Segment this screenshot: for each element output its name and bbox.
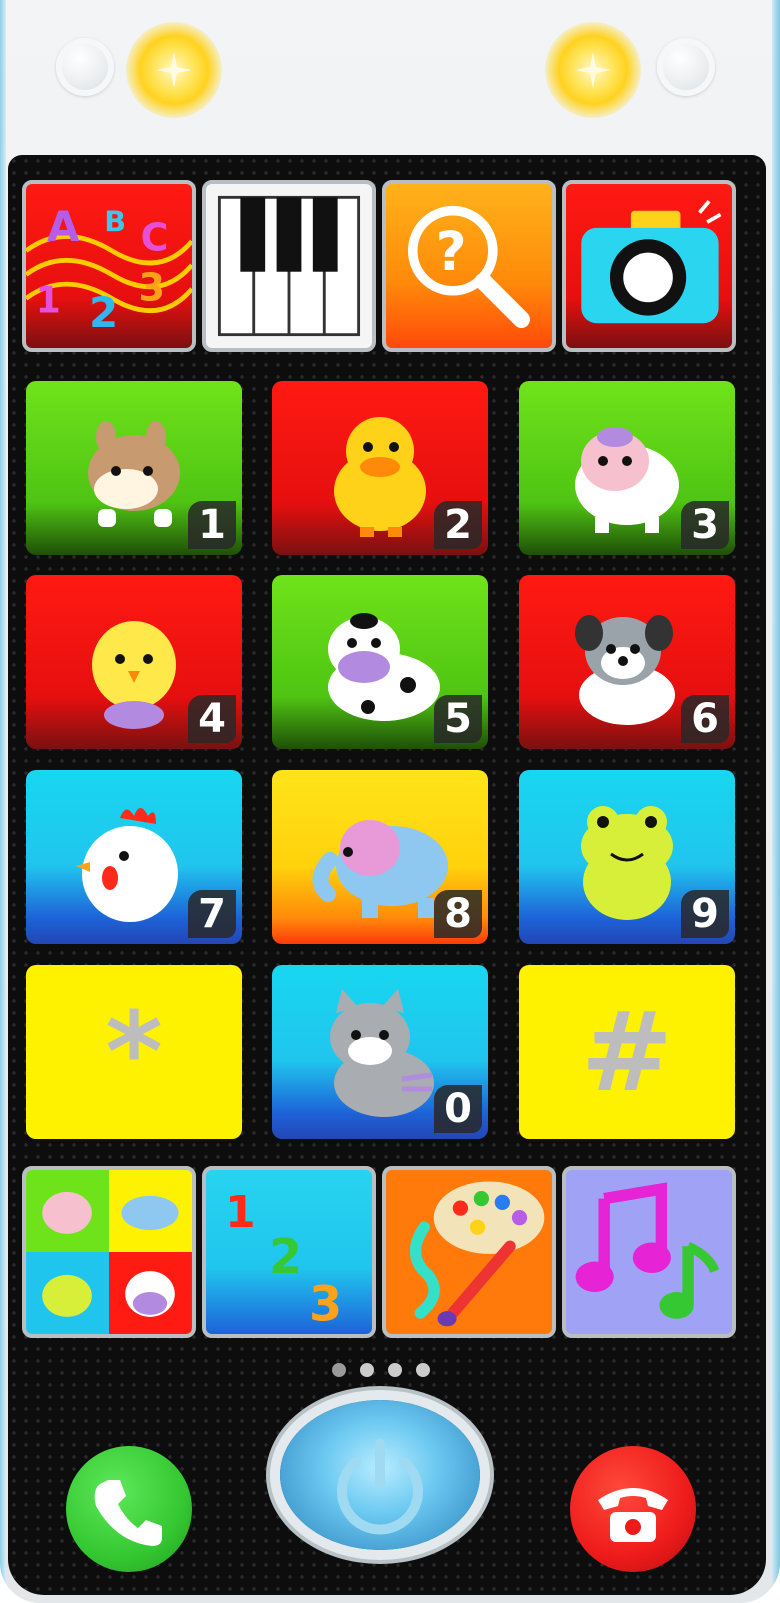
left-light-icon xyxy=(126,22,222,118)
keypad-key-star[interactable]: * xyxy=(26,965,242,1139)
svg-text:?: ? xyxy=(436,220,467,283)
svg-text:A: A xyxy=(47,202,80,251)
key-number-label: 4 xyxy=(188,695,236,743)
svg-text:1: 1 xyxy=(225,1187,256,1238)
piano-app-button[interactable] xyxy=(202,180,376,352)
keypad-key-8[interactable]: 8 xyxy=(272,770,488,944)
numbers-123-icon: 1 2 3 xyxy=(225,1187,342,1333)
page-dot[interactable] xyxy=(332,1363,346,1377)
hash-symbol: # xyxy=(580,988,674,1116)
magnifier-question-icon: ? xyxy=(407,205,531,328)
search-app-button[interactable]: ? xyxy=(382,180,556,352)
svg-text:1: 1 xyxy=(36,279,61,322)
svg-text:2: 2 xyxy=(89,288,118,337)
asterisk-symbol: * xyxy=(105,988,163,1116)
keypad-key-6[interactable]: 6 xyxy=(519,575,735,749)
abc-123-music-icon: A B C 1 2 3 xyxy=(26,202,192,337)
power-button[interactable] xyxy=(280,1400,480,1550)
camera-app-button[interactable] xyxy=(562,180,736,352)
keypad-key-4[interactable]: 4 xyxy=(26,575,242,749)
animals-grid-app-button[interactable] xyxy=(22,1166,196,1338)
keypad-key-2[interactable]: 2 xyxy=(272,381,488,555)
key-number-label: 8 xyxy=(434,890,482,938)
page-indicator xyxy=(8,1363,766,1379)
keypad-key-9[interactable]: 9 xyxy=(519,770,735,944)
svg-text:C: C xyxy=(140,216,168,260)
page-dot[interactable] xyxy=(360,1363,374,1377)
key-number-label: 5 xyxy=(434,695,482,743)
numbers-app-button[interactable]: 1 2 3 xyxy=(202,1166,376,1338)
left-speaker-button[interactable] xyxy=(56,38,114,96)
hangup-button[interactable] xyxy=(570,1446,696,1572)
right-speaker-button[interactable] xyxy=(657,38,715,96)
key-number-label: 6 xyxy=(681,695,729,743)
key-number-label: 0 xyxy=(434,1085,482,1133)
music-app-button[interactable] xyxy=(562,1166,736,1338)
keypad-key-3[interactable]: 3 xyxy=(519,381,735,555)
animals-grid-icon xyxy=(26,1170,192,1334)
keypad-key-hash[interactable]: # xyxy=(519,965,735,1139)
power-icon xyxy=(337,1439,423,1535)
piano-keys-icon xyxy=(217,195,361,337)
page-dot[interactable] xyxy=(388,1363,402,1377)
screen: A B C 1 2 3 ? 1 2 3 4 5 6 7 8 9 * 0 # 1 … xyxy=(8,155,766,1595)
svg-text:2: 2 xyxy=(269,1230,302,1285)
key-number-label: 1 xyxy=(188,501,236,549)
key-number-label: 9 xyxy=(681,890,729,938)
right-light-icon xyxy=(545,22,641,118)
abc-app-button[interactable]: A B C 1 2 3 xyxy=(22,180,196,352)
music-notes-icon xyxy=(575,1182,720,1319)
top-bezel xyxy=(0,0,780,155)
svg-text:3: 3 xyxy=(309,1278,342,1333)
phone-call-icon xyxy=(94,1480,162,1546)
svg-text:3: 3 xyxy=(139,265,166,309)
paint-app-button[interactable] xyxy=(382,1166,556,1338)
phone-hangup-icon xyxy=(598,1488,668,1542)
keypad-key-5[interactable]: 5 xyxy=(272,575,488,749)
keypad-key-7[interactable]: 7 xyxy=(26,770,242,944)
keypad-key-0[interactable]: 0 xyxy=(272,965,488,1139)
call-button[interactable] xyxy=(66,1446,192,1572)
svg-text:B: B xyxy=(104,205,126,239)
key-number-label: 2 xyxy=(434,501,482,549)
key-number-label: 7 xyxy=(188,890,236,938)
paint-palette-icon xyxy=(409,1181,545,1327)
toy-phone: A B C 1 2 3 ? 1 2 3 4 5 6 7 8 9 * 0 # 1 … xyxy=(0,0,780,1603)
camera-icon xyxy=(581,199,722,324)
key-number-label: 3 xyxy=(681,501,729,549)
keypad-key-1[interactable]: 1 xyxy=(26,381,242,555)
page-dot[interactable] xyxy=(416,1363,430,1377)
